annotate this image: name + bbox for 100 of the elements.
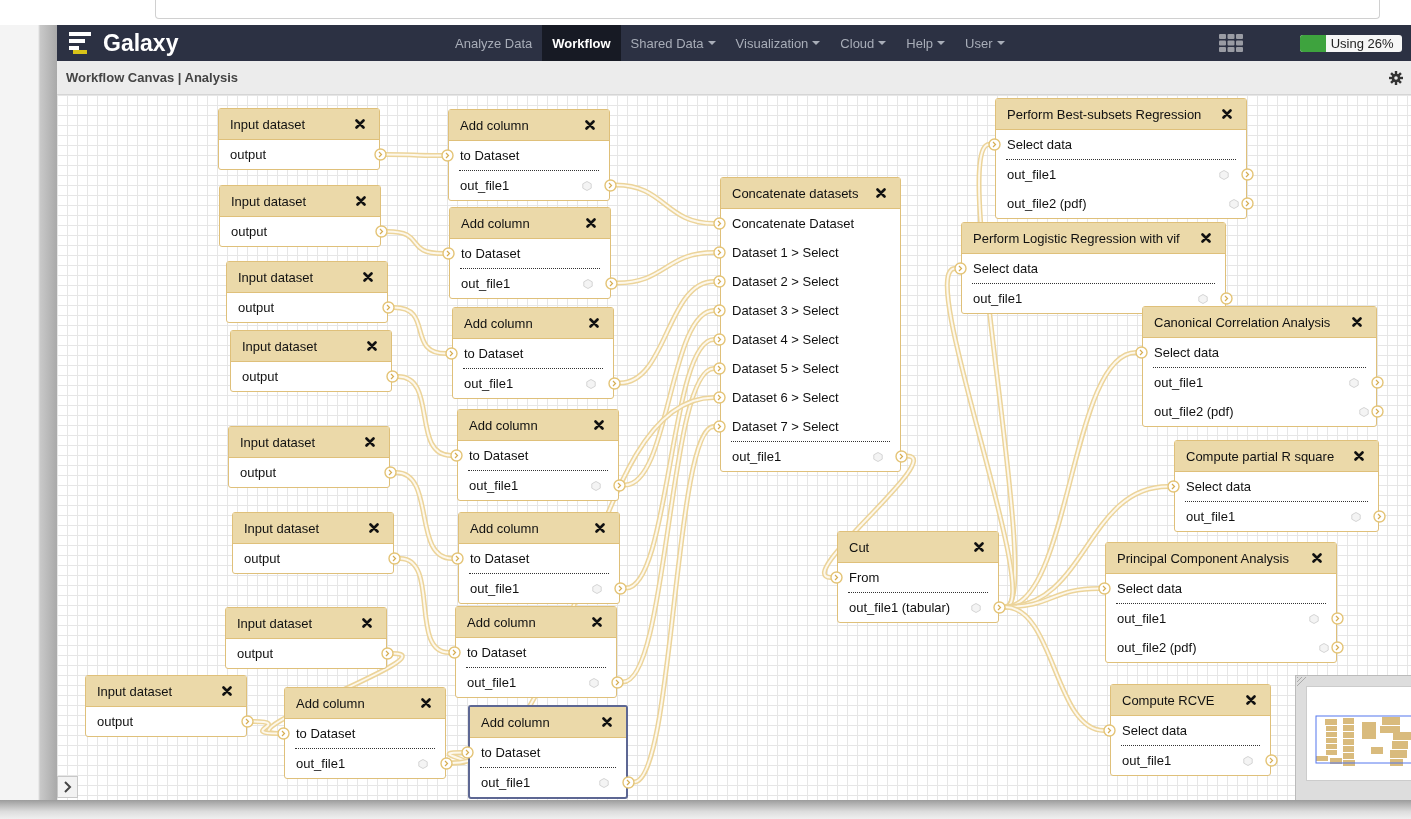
workflow-node[interactable]: Input dataset output bbox=[218, 108, 380, 170]
terminal-icon[interactable] bbox=[993, 600, 1006, 614]
workflow-node[interactable]: Add column to Dataset out_file1 bbox=[455, 606, 617, 698]
workflow-node[interactable]: Add column to Dataset out_file1 bbox=[448, 109, 610, 201]
terminal-icon[interactable] bbox=[713, 217, 726, 230]
close-icon[interactable] bbox=[1201, 233, 1211, 243]
terminal-icon[interactable] bbox=[895, 449, 908, 463]
terminal-icon[interactable] bbox=[1220, 291, 1233, 305]
workflow-node[interactable]: Input dataset output bbox=[232, 512, 394, 574]
close-icon[interactable] bbox=[1246, 695, 1256, 705]
settings-icon[interactable] bbox=[1389, 70, 1403, 85]
terminal-icon[interactable] bbox=[461, 746, 474, 759]
terminal-icon[interactable] bbox=[614, 581, 627, 595]
close-icon[interactable] bbox=[355, 119, 365, 129]
workflow-node[interactable]: Perform Best-subsets Regression Select data out_file1 out_file2 (pdf) bbox=[995, 98, 1247, 219]
hexagon-icon[interactable] bbox=[591, 480, 601, 491]
close-icon[interactable] bbox=[362, 618, 372, 628]
resize-grip-icon[interactable] bbox=[1297, 677, 1307, 687]
close-icon[interactable] bbox=[586, 218, 596, 228]
terminal-icon[interactable] bbox=[384, 466, 397, 479]
hexagon-icon[interactable] bbox=[1309, 613, 1319, 624]
terminal-icon[interactable] bbox=[611, 675, 624, 689]
terminal-icon[interactable] bbox=[448, 646, 461, 659]
minimap-drawing[interactable] bbox=[1315, 715, 1411, 767]
terminal-icon[interactable] bbox=[713, 362, 726, 375]
workflow-node[interactable]: Principal Component Analysis Select data out_file1 out_file2 (pdf) bbox=[1105, 542, 1337, 663]
hexagon-icon[interactable] bbox=[971, 602, 981, 613]
close-icon[interactable] bbox=[876, 188, 886, 198]
terminal-icon[interactable] bbox=[386, 370, 399, 383]
terminal-icon[interactable] bbox=[605, 276, 618, 290]
address-bar[interactable] bbox=[155, 0, 1380, 19]
terminal-icon[interactable] bbox=[277, 727, 290, 740]
workflow-node[interactable]: Perform Logistic Regression with vif Select data out_file1 bbox=[961, 222, 1226, 314]
hexagon-icon[interactable] bbox=[599, 777, 609, 788]
close-icon[interactable] bbox=[1222, 109, 1232, 119]
workflow-node[interactable]: Input dataset output bbox=[230, 330, 392, 392]
workflow-node[interactable]: Cut From out_file1 (tabular) bbox=[837, 531, 999, 623]
terminal-icon[interactable] bbox=[713, 420, 726, 433]
workflow-node[interactable]: Input dataset output bbox=[219, 185, 381, 247]
terminal-icon[interactable] bbox=[713, 391, 726, 404]
hexagon-icon[interactable] bbox=[1243, 755, 1253, 766]
hexagon-icon[interactable] bbox=[873, 451, 883, 462]
close-icon[interactable] bbox=[356, 196, 366, 206]
hexagon-icon[interactable] bbox=[1319, 642, 1329, 653]
terminal-icon[interactable] bbox=[713, 333, 726, 346]
expand-button[interactable] bbox=[57, 776, 78, 798]
close-icon[interactable] bbox=[585, 120, 595, 130]
workflow-node[interactable]: Add column to Dataset out_file1 bbox=[452, 307, 614, 399]
terminal-icon[interactable] bbox=[1167, 480, 1180, 493]
workflow-node[interactable]: Add column to Dataset out_file1 bbox=[284, 687, 446, 779]
hexagon-icon[interactable] bbox=[583, 278, 593, 289]
terminal-icon[interactable] bbox=[1331, 641, 1344, 654]
workflow-node[interactable]: Input dataset output bbox=[85, 675, 247, 737]
terminal-icon[interactable] bbox=[608, 376, 621, 390]
apps-grid-icon[interactable] bbox=[1218, 34, 1243, 52]
terminal-icon[interactable] bbox=[1241, 197, 1254, 210]
hexagon-icon[interactable] bbox=[1359, 406, 1369, 417]
hexagon-icon[interactable] bbox=[592, 583, 602, 594]
close-icon[interactable] bbox=[365, 437, 375, 447]
close-icon[interactable] bbox=[594, 420, 604, 430]
terminal-icon[interactable] bbox=[382, 301, 395, 314]
nav-tab[interactable]: Visualization bbox=[725, 25, 831, 61]
workflow-node[interactable]: Input dataset output bbox=[225, 607, 387, 669]
nav-tab[interactable]: User bbox=[955, 25, 1015, 61]
terminal-icon[interactable] bbox=[442, 247, 455, 260]
terminal-icon[interactable] bbox=[440, 756, 453, 770]
close-icon[interactable] bbox=[592, 617, 602, 627]
terminal-icon[interactable] bbox=[1331, 611, 1344, 625]
terminal-icon[interactable] bbox=[1241, 167, 1254, 181]
terminal-icon[interactable] bbox=[622, 775, 635, 789]
close-icon[interactable] bbox=[421, 698, 431, 708]
hexagon-icon[interactable] bbox=[1229, 198, 1239, 209]
terminal-icon[interactable] bbox=[1103, 724, 1116, 737]
hexagon-icon[interactable] bbox=[586, 378, 596, 389]
terminal-icon[interactable] bbox=[604, 178, 617, 192]
workflow-node[interactable]: Compute RCVE Select data out_file1 bbox=[1110, 684, 1271, 776]
terminal-icon[interactable] bbox=[1135, 346, 1148, 359]
terminal-icon[interactable] bbox=[988, 138, 1001, 151]
terminal-icon[interactable] bbox=[713, 246, 726, 259]
close-icon[interactable] bbox=[974, 542, 984, 552]
terminal-icon[interactable] bbox=[445, 347, 458, 360]
hexagon-icon[interactable] bbox=[1219, 169, 1229, 180]
hexagon-icon[interactable] bbox=[589, 677, 599, 688]
close-icon[interactable] bbox=[595, 523, 605, 533]
terminal-icon[interactable] bbox=[830, 571, 843, 584]
terminal-icon[interactable] bbox=[388, 552, 401, 565]
terminal-icon[interactable] bbox=[451, 552, 464, 565]
nav-tab[interactable]: Cloud bbox=[830, 25, 897, 61]
close-icon[interactable] bbox=[602, 717, 612, 727]
close-icon[interactable] bbox=[363, 272, 373, 282]
workflow-node[interactable]: Input dataset output bbox=[228, 426, 390, 488]
hexagon-icon[interactable] bbox=[418, 758, 428, 769]
hexagon-icon[interactable] bbox=[582, 180, 592, 191]
terminal-icon[interactable] bbox=[441, 149, 454, 162]
hexagon-icon[interactable] bbox=[1198, 293, 1208, 304]
terminal-icon[interactable] bbox=[713, 275, 726, 288]
terminal-icon[interactable] bbox=[613, 478, 626, 492]
workflow-node[interactable]: Canonical Correlation Analysis Select data out_file1 out_file2 (pdf) bbox=[1142, 306, 1377, 427]
hexagon-icon[interactable] bbox=[1349, 377, 1359, 388]
terminal-icon[interactable] bbox=[381, 647, 394, 660]
